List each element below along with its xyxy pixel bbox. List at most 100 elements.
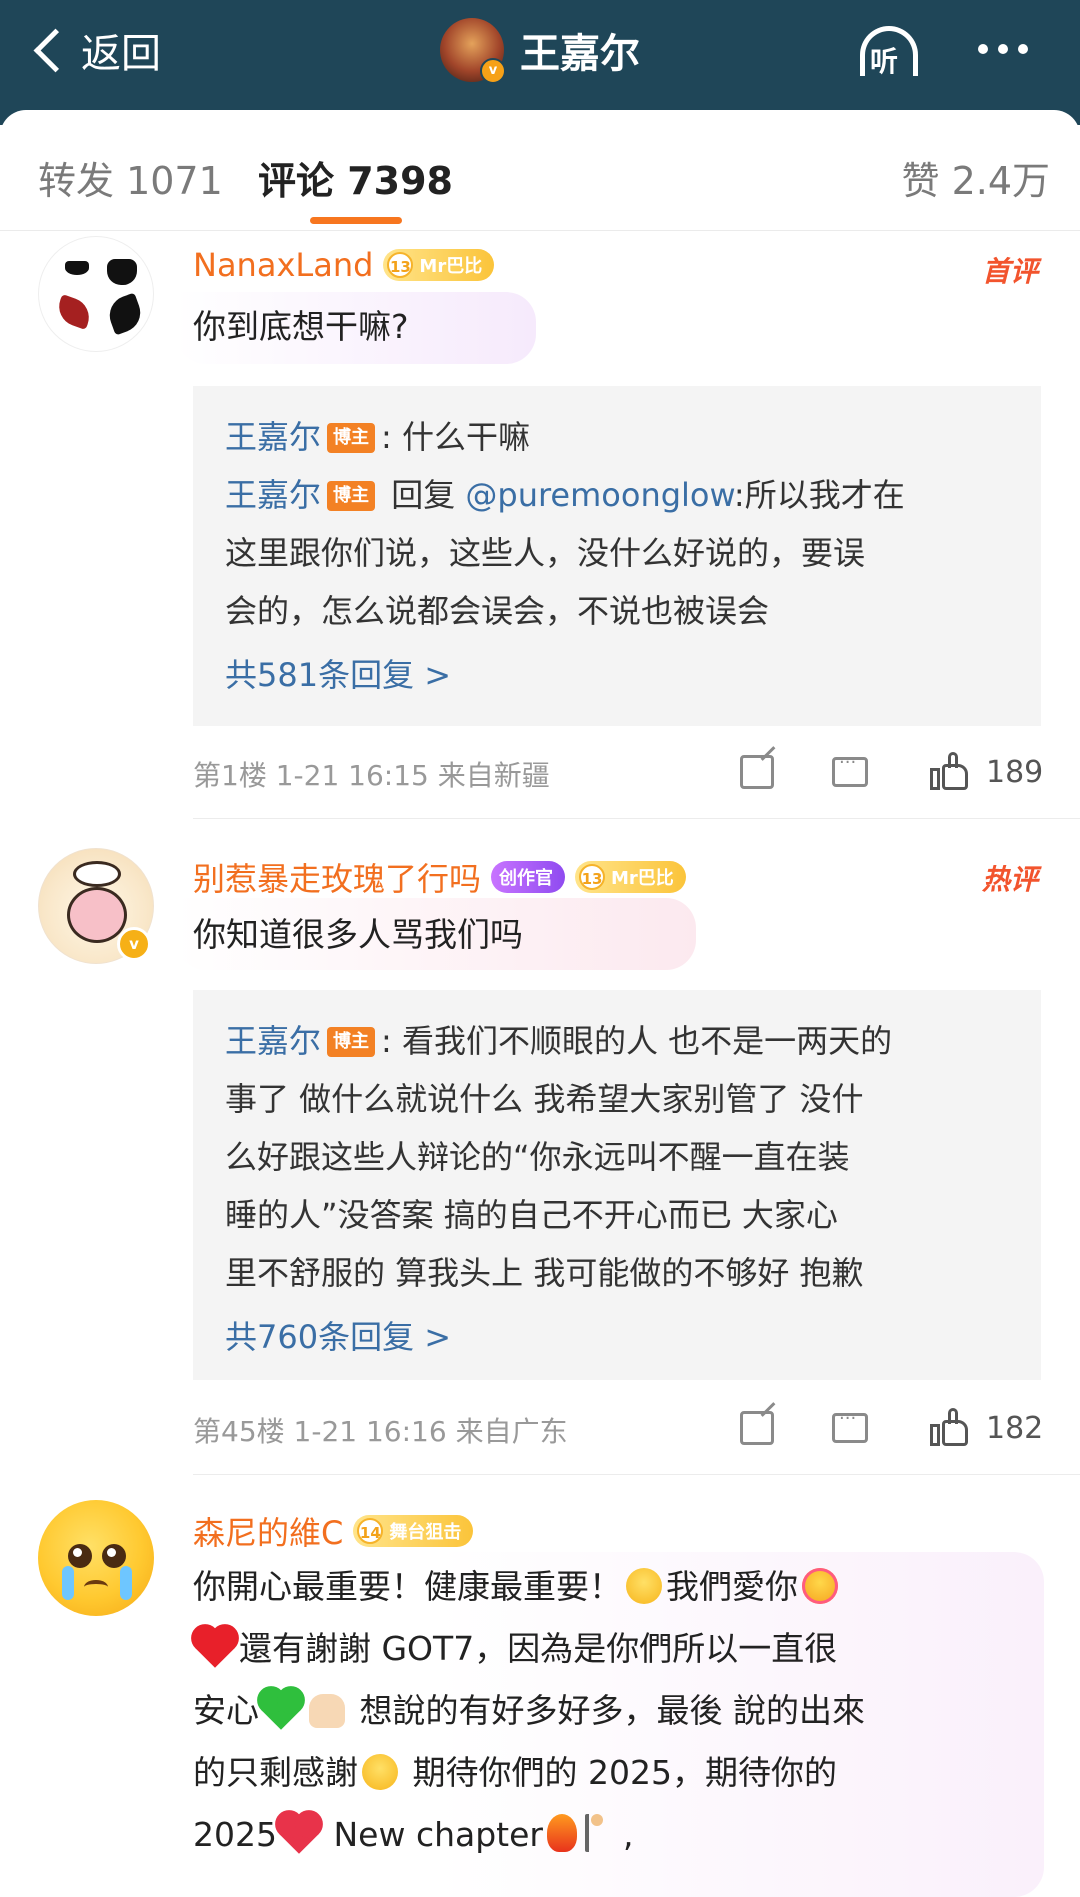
like-count: 182	[986, 1410, 1044, 1446]
reply-content-line: 会的，怎么说都会误会，不说也被误会	[225, 592, 770, 630]
avatar[interactable]: v	[38, 848, 154, 964]
comment-text-segment: New chapter	[333, 1815, 543, 1854]
listen-headphone-icon[interactable]: 听	[856, 24, 926, 80]
level-number: 13	[579, 864, 606, 890]
author-avatar[interactable]: v	[440, 18, 506, 84]
pleading-face-icon	[626, 1568, 662, 1604]
page-title: 王嘉尔	[520, 31, 640, 77]
reply-content: : 什么干嘛	[381, 418, 530, 456]
comment-text: 你開心最重要！健康最重要！ 我們愛你 還有謝謝 GOT7，因為是你們所以一直很 安…	[193, 1567, 866, 1854]
reply-line: 王嘉尔 博主: 什么干嘛	[225, 408, 1011, 466]
level-badge-label: 舞台狙击	[389, 1522, 462, 1543]
comment-icon[interactable]	[832, 752, 868, 787]
level-badge[interactable]: 13 Mr巴比	[383, 249, 495, 281]
like-thumb-icon[interactable]	[930, 752, 970, 792]
reply-content: : 看我们不顺眼的人 也不是一两天的	[381, 1022, 893, 1060]
top-nav-bar: 返回 v 王嘉尔 听	[0, 0, 1080, 125]
comment-text: 你知道很多人骂我们吗	[193, 915, 523, 954]
host-badge: 博主	[327, 1027, 376, 1057]
comment-text-segment: 2025	[193, 1815, 277, 1854]
username-text[interactable]: 别惹暴走玫瑰了行吗	[193, 854, 481, 900]
creator-badge[interactable]: 创作官	[491, 861, 566, 893]
hot-comment-tag: 热评	[981, 863, 1038, 896]
tab-comments[interactable]: 评论 7398	[258, 150, 453, 205]
avatar[interactable]	[38, 1500, 154, 1616]
active-tab-indicator	[310, 217, 402, 224]
username-text[interactable]: 森尼的維C	[193, 1508, 343, 1554]
comment-text-segment: 你開心最重要！健康最重要！	[193, 1567, 622, 1606]
reply-content-line: 这里跟你们说，这些人，没什么好说的，要误	[225, 534, 866, 572]
reply-author[interactable]: 王嘉尔	[225, 1022, 321, 1060]
username-text[interactable]: NanaxLand	[193, 246, 373, 284]
tab-likes[interactable]: 赞 2.4万	[901, 150, 1050, 205]
comment-location: 来自广东	[455, 1415, 568, 1448]
comment-text: 你到底想干嘛?	[193, 307, 409, 346]
reply-box[interactable]: 王嘉尔 博主: 什么干嘛 王嘉尔 博主 回复 @puremoonglow:所以我才在…	[193, 386, 1041, 726]
listen-label: 听	[870, 45, 899, 78]
tab-bar: 转发 1071 评论 7398 赞 2.4万	[0, 110, 1080, 231]
level-number: 13	[387, 252, 414, 278]
reply-content-line: 么好跟这些人辩论的“你永远叫不醒一直在装	[225, 1138, 850, 1176]
comment-actions: 189	[740, 752, 1043, 792]
raised-hands-icon	[309, 1694, 345, 1728]
running-person-icon	[585, 1814, 619, 1852]
level-badge-label: Mr巴比	[611, 868, 674, 889]
level-number: 14	[357, 1518, 384, 1544]
reply-author[interactable]: 王嘉尔	[225, 476, 321, 514]
verified-badge-icon: v	[117, 927, 151, 961]
heart-on-fire-icon	[279, 1814, 319, 1854]
comment-text-segment: 期待你們的 2025，期待你的	[412, 1753, 837, 1792]
comment-text-segment: 安心	[193, 1691, 259, 1730]
floor-number: 第45楼	[193, 1415, 285, 1448]
creator-badge-label: 创作官	[499, 868, 554, 889]
tab-repost[interactable]: 转发 1071	[38, 150, 223, 205]
like-thumb-icon[interactable]	[930, 1408, 970, 1448]
divider	[193, 1474, 1080, 1475]
reply-content-line: 睡的人”没答案 搞的自己不开心而已 大家心	[225, 1196, 838, 1234]
reply-box[interactable]: 王嘉尔 博主: 看我们不顺眼的人 也不是一两天的 事了 做什么就说什么 我希望大家…	[193, 990, 1041, 1380]
reply-line: 王嘉尔 博主 回复 @puremoonglow:所以我才在	[225, 466, 1011, 524]
avatar[interactable]	[38, 236, 154, 352]
comment-text-segment: 想說的有好多好多，最後 說的出來	[359, 1691, 866, 1730]
comment-location: 来自新疆	[437, 759, 550, 792]
first-comment-tag: 首评	[981, 255, 1038, 288]
verified-badge-icon: v	[480, 58, 506, 84]
green-heart-icon	[261, 1690, 301, 1730]
share-icon[interactable]	[740, 755, 774, 789]
more-replies-link[interactable]: 共581条回复 >	[225, 646, 1011, 704]
comment-meta: 第45楼 1-21 16:16 来自广东	[193, 1410, 568, 1450]
host-badge: 博主	[327, 481, 376, 511]
floor-number: 第1楼	[193, 759, 267, 792]
more-dots-icon[interactable]	[978, 44, 1028, 54]
comment-username[interactable]: 森尼的維C 14 舞台狙击	[193, 1508, 474, 1554]
smiling-hearts-icon	[802, 1568, 838, 1604]
comment-username[interactable]: NanaxLand 13 Mr巴比	[193, 246, 495, 284]
comment-text-segment: 我們愛你	[666, 1567, 798, 1606]
reply-content: :所以我才在	[733, 476, 905, 514]
reply-content-line: 里不舒服的 算我头上 我可能做的不够好 抱歉	[225, 1254, 864, 1292]
pleading-face-icon	[362, 1754, 398, 1790]
share-icon[interactable]	[740, 1411, 774, 1445]
level-badge[interactable]: 14 舞台狙击	[353, 1515, 474, 1547]
mention-link[interactable]: @puremoonglow	[465, 476, 734, 514]
red-heart-icon	[195, 1628, 235, 1668]
level-badge-label: Mr巴比	[419, 256, 483, 277]
comment-meta: 第1楼 1-21 16:15 来自新疆	[193, 754, 550, 794]
level-badge[interactable]: 13 Mr巴比	[575, 861, 686, 893]
reply-prefix: 回复	[391, 476, 466, 514]
comment-text-segment: 還有謝謝 GOT7，因為是你們所以一直很	[239, 1629, 838, 1668]
like-count: 189	[986, 754, 1044, 790]
reply-content-line: 事了 做什么就说什么 我希望大家别管了 没什	[225, 1080, 864, 1118]
reply-line: 王嘉尔 博主: 看我们不顺眼的人 也不是一两天的	[225, 1012, 1011, 1070]
comment-date: 1-21 16:15	[275, 759, 429, 792]
host-badge: 博主	[327, 423, 376, 453]
fire-icon	[547, 1814, 577, 1852]
comment-actions: 182	[740, 1408, 1043, 1448]
comment-text-segment: 的只剩感謝	[193, 1753, 358, 1792]
reply-author[interactable]: 王嘉尔	[225, 418, 321, 456]
comment-icon[interactable]	[832, 1408, 868, 1443]
divider	[193, 818, 1080, 819]
comment-date: 1-21 16:16	[293, 1415, 447, 1448]
more-replies-link[interactable]: 共760条回复 >	[225, 1308, 1011, 1366]
comment-username[interactable]: 别惹暴走玫瑰了行吗 创作官 13 Mr巴比	[193, 854, 686, 900]
